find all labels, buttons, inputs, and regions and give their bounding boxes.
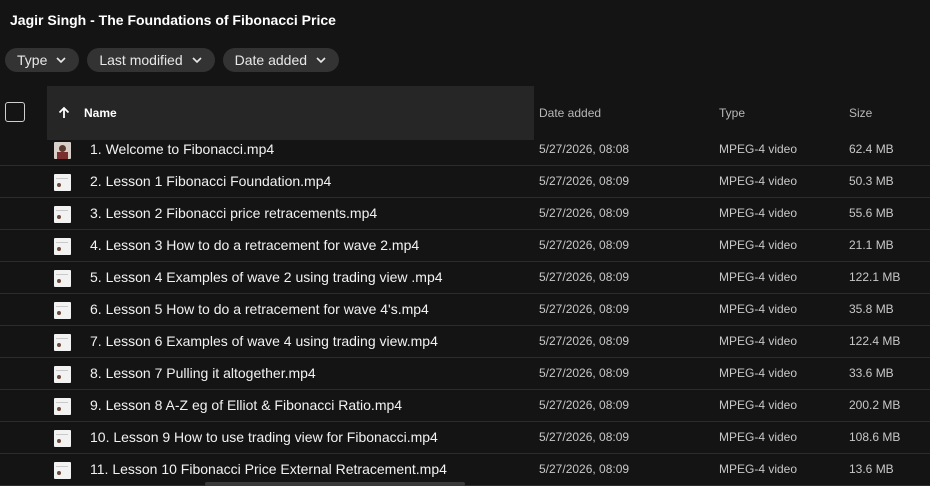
filter-date-added-label: Date added bbox=[234, 52, 308, 68]
horizontal-scrollbar[interactable] bbox=[205, 482, 465, 486]
page-title: Jagir Singh - The Foundations of Fibonac… bbox=[10, 12, 336, 28]
file-name[interactable]: 8. Lesson 7 Pulling it altogether.mp4 bbox=[90, 365, 316, 381]
filter-last-modified-button[interactable]: Last modified bbox=[87, 48, 215, 72]
arrow-up-icon[interactable] bbox=[57, 106, 71, 120]
video-thumbnail-icon bbox=[54, 302, 71, 319]
file-row[interactable]: 5. Lesson 4 Examples of wave 2 using tra… bbox=[0, 262, 930, 294]
file-date-added: 5/27/2026, 08:09 bbox=[539, 334, 630, 348]
file-size: 62.4 MB bbox=[849, 142, 894, 156]
file-row[interactable]: 7. Lesson 6 Examples of wave 4 using tra… bbox=[0, 326, 930, 358]
video-thumbnail-icon bbox=[54, 366, 71, 383]
file-row[interactable]: 9. Lesson 8 A-Z eg of Elliot & Fibonacci… bbox=[0, 390, 930, 422]
file-date-added: 5/27/2026, 08:09 bbox=[539, 302, 630, 316]
video-thumbnail-icon bbox=[54, 142, 71, 159]
video-thumbnail-icon bbox=[54, 398, 71, 415]
file-type: MPEG-4 video bbox=[719, 206, 798, 220]
file-date-added: 5/27/2026, 08:09 bbox=[539, 366, 630, 380]
file-size: 200.2 MB bbox=[849, 398, 901, 412]
file-name[interactable]: 4. Lesson 3 How to do a retracement for … bbox=[90, 237, 419, 253]
video-thumbnail-icon bbox=[54, 462, 71, 479]
file-name[interactable]: 1. Welcome to Fibonacci.mp4 bbox=[90, 141, 274, 157]
file-row[interactable]: 1. Welcome to Fibonacci.mp4 5/27/2026, 08… bbox=[0, 134, 930, 166]
file-date-added: 5/27/2026, 08:09 bbox=[539, 398, 630, 412]
file-row[interactable]: 11. Lesson 10 Fibonacci Price External R… bbox=[0, 454, 930, 486]
file-name[interactable]: 7. Lesson 6 Examples of wave 4 using tra… bbox=[90, 333, 438, 349]
column-header-date-added[interactable]: Date added bbox=[539, 106, 601, 120]
file-size: 122.4 MB bbox=[849, 334, 901, 348]
chevron-down-icon bbox=[316, 57, 326, 64]
file-name[interactable]: 6. Lesson 5 How to do a retracement for … bbox=[90, 301, 429, 317]
file-size: 21.1 MB bbox=[849, 238, 894, 252]
file-date-added: 5/27/2026, 08:09 bbox=[539, 238, 630, 252]
filter-type-button[interactable]: Type bbox=[5, 48, 80, 72]
file-type: MPEG-4 video bbox=[719, 398, 798, 412]
file-name[interactable]: 9. Lesson 8 A-Z eg of Elliot & Fibonacci… bbox=[90, 397, 402, 413]
file-date-added: 5/27/2026, 08:08 bbox=[539, 142, 630, 156]
video-thumbnail-icon bbox=[54, 334, 71, 351]
file-row[interactable]: 4. Lesson 3 How to do a retracement for … bbox=[0, 230, 930, 262]
file-size: 50.3 MB bbox=[849, 174, 894, 188]
file-type: MPEG-4 video bbox=[719, 142, 798, 156]
chevron-down-icon bbox=[56, 57, 66, 64]
file-date-added: 5/27/2026, 08:09 bbox=[539, 270, 630, 284]
file-date-added: 5/27/2026, 08:09 bbox=[539, 174, 630, 188]
file-name[interactable]: 3. Lesson 2 Fibonacci price retracements… bbox=[90, 205, 377, 221]
file-row[interactable]: 6. Lesson 5 How to do a retracement for … bbox=[0, 294, 930, 326]
file-type: MPEG-4 video bbox=[719, 334, 798, 348]
file-row[interactable]: 8. Lesson 7 Pulling it altogether.mp4 5/2… bbox=[0, 358, 930, 390]
file-row[interactable]: 2. Lesson 1 Fibonacci Foundation.mp4 5/27… bbox=[0, 166, 930, 198]
file-type: MPEG-4 video bbox=[719, 270, 798, 284]
video-thumbnail-icon bbox=[54, 238, 71, 255]
file-name[interactable]: 2. Lesson 1 Fibonacci Foundation.mp4 bbox=[90, 173, 331, 189]
file-size: 13.6 MB bbox=[849, 462, 894, 476]
video-thumbnail-icon bbox=[54, 206, 71, 223]
file-name[interactable]: 11. Lesson 10 Fibonacci Price External R… bbox=[90, 461, 447, 477]
file-row[interactable]: 3. Lesson 2 Fibonacci price retracements… bbox=[0, 198, 930, 230]
file-type: MPEG-4 video bbox=[719, 430, 798, 444]
filter-last-modified-label: Last modified bbox=[99, 52, 183, 68]
file-type: MPEG-4 video bbox=[719, 366, 798, 380]
filter-bar: Type Last modified Date added bbox=[5, 48, 340, 72]
file-type: MPEG-4 video bbox=[719, 238, 798, 252]
select-all-checkbox[interactable] bbox=[5, 102, 25, 122]
file-size: 35.8 MB bbox=[849, 302, 894, 316]
file-name[interactable]: 10. Lesson 9 How to use trading view for… bbox=[90, 429, 438, 445]
column-header-name[interactable]: Name bbox=[47, 86, 534, 140]
file-type: MPEG-4 video bbox=[719, 174, 798, 188]
file-name[interactable]: 5. Lesson 4 Examples of wave 2 using tra… bbox=[90, 269, 443, 285]
filter-date-added-button[interactable]: Date added bbox=[222, 48, 340, 72]
file-row[interactable]: 10. Lesson 9 How to use trading view for… bbox=[0, 422, 930, 454]
file-type: MPEG-4 video bbox=[719, 302, 798, 316]
video-thumbnail-icon bbox=[54, 270, 71, 287]
column-header-size[interactable]: Size bbox=[849, 106, 872, 120]
file-list: 1. Welcome to Fibonacci.mp4 5/27/2026, 08… bbox=[0, 134, 930, 486]
video-thumbnail-icon bbox=[54, 430, 71, 447]
chevron-down-icon bbox=[192, 57, 202, 64]
file-date-added: 5/27/2026, 08:09 bbox=[539, 462, 630, 476]
file-size: 55.6 MB bbox=[849, 206, 894, 220]
video-thumbnail-icon bbox=[54, 174, 71, 191]
column-header-name-label: Name bbox=[84, 106, 117, 120]
file-size: 122.1 MB bbox=[849, 270, 901, 284]
file-date-added: 5/27/2026, 08:09 bbox=[539, 206, 630, 220]
file-size: 33.6 MB bbox=[849, 366, 894, 380]
file-date-added: 5/27/2026, 08:09 bbox=[539, 430, 630, 444]
file-type: MPEG-4 video bbox=[719, 462, 798, 476]
filter-type-label: Type bbox=[17, 52, 48, 68]
table-header: Name Date added Type Size bbox=[0, 86, 930, 140]
column-header-type[interactable]: Type bbox=[719, 106, 745, 120]
file-size: 108.6 MB bbox=[849, 430, 901, 444]
